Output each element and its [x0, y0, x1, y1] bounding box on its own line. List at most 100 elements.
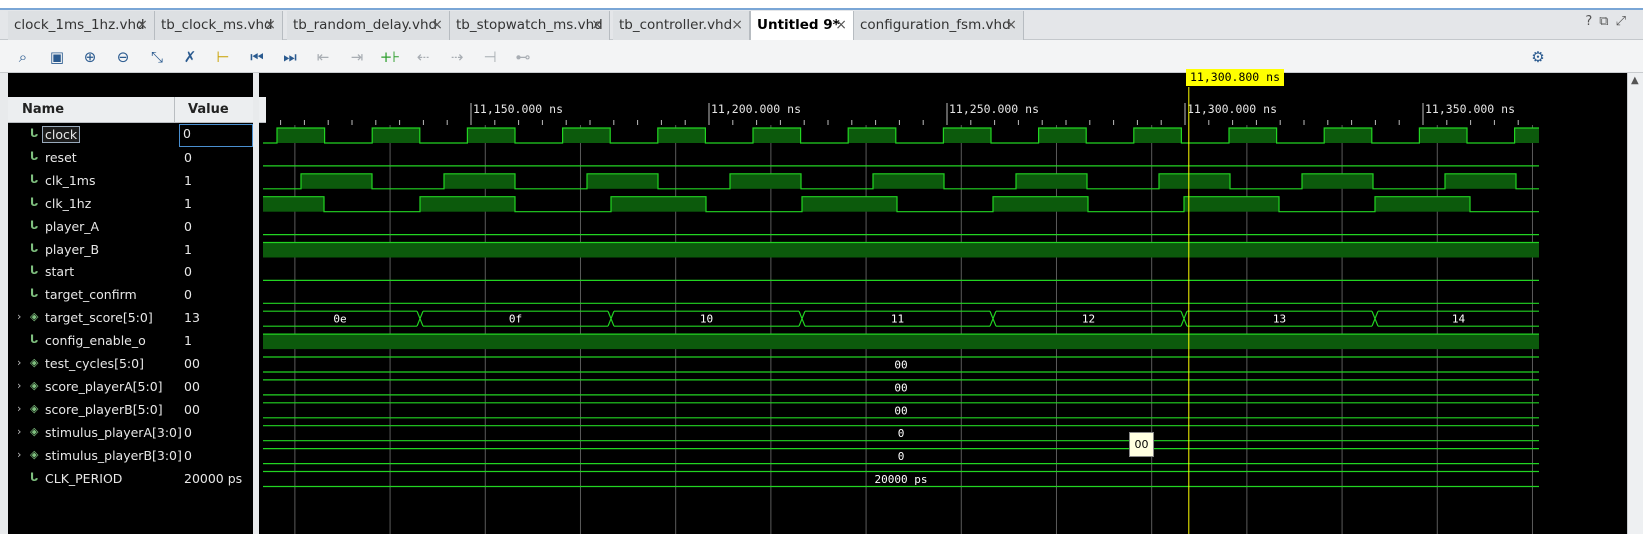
timeline-label: 11,350.000 ns: [1425, 102, 1515, 116]
signal-row[interactable]: › ◈ stimulus_playerB[3:0] 0: [8, 445, 267, 468]
value-column-header[interactable]: Value: [188, 102, 229, 117]
signal-name[interactable]: score_playerB[5:0]: [45, 402, 163, 417]
close-icon[interactable]: ×: [431, 11, 443, 39]
signal-name[interactable]: stimulus_playerA[3:0]: [45, 425, 182, 440]
signal-row[interactable]: › ◈ stimulus_playerA[3:0] 0: [8, 422, 267, 445]
close-icon[interactable]: ×: [731, 11, 743, 39]
next-transition-icon[interactable]: ⇥: [346, 46, 368, 68]
signal-row[interactable]: ᒐ clk_1ms 1: [8, 170, 267, 193]
signal-row[interactable]: › ◈ score_playerB[5:0] 00: [8, 399, 267, 422]
signal-row[interactable]: › ◈ test_cycles[5:0] 00: [8, 353, 267, 376]
signal-row[interactable]: ᒐ CLK_PERIOD 20000 ps: [8, 468, 267, 491]
tab-tb-clock-ms[interactable]: tb_clock_ms.vhd ×: [155, 11, 283, 40]
next-marker-icon[interactable]: ⇢: [446, 46, 468, 68]
close-icon[interactable]: ×: [264, 11, 276, 39]
signal-name[interactable]: config_enable_o: [45, 333, 146, 348]
signal-row[interactable]: ᒐ target_confirm 0: [8, 284, 267, 307]
wave-high-fill: [1445, 173, 1516, 189]
signal-name[interactable]: CLK_PERIOD: [45, 471, 122, 486]
close-icon[interactable]: ×: [1005, 11, 1017, 39]
signal-row[interactable]: ᒐ clock 0: [8, 124, 267, 147]
signal-name[interactable]: score_playerA[5:0]: [45, 379, 163, 394]
bit-signal-icon: ᒐ: [30, 333, 39, 347]
tab-configuration-fsm[interactable]: configuration_fsm.vhd ×: [854, 11, 1024, 40]
tab-tb-stopwatch-ms[interactable]: tb_stopwatch_ms.vhd ×: [450, 11, 610, 40]
signal-row[interactable]: ᒐ player_A 0: [8, 216, 267, 239]
add-marker-icon[interactable]: +⊦: [379, 46, 401, 68]
wave-high-fill: [848, 128, 896, 143]
signal-row[interactable]: › ◈ target_score[5:0] 13: [8, 307, 267, 330]
swap-cursor-icon[interactable]: ✗: [179, 46, 201, 68]
signal-row[interactable]: ᒐ clk_1hz 1: [8, 193, 267, 216]
wave-high-fill: [993, 196, 1088, 212]
signal-name[interactable]: clock: [41, 126, 81, 143]
previous-transition-icon[interactable]: ⇤: [312, 46, 334, 68]
bus-transition: [607, 310, 615, 327]
expand-chevron-icon[interactable]: ›: [17, 356, 21, 369]
wave-high-fill: [1133, 128, 1182, 143]
tab-untitled-9[interactable]: Untitled 9* ×: [750, 11, 854, 41]
signal-name[interactable]: player_A: [45, 219, 99, 234]
zoom-fit-icon[interactable]: ⤡: [146, 46, 168, 68]
bit-signal-icon: ᒐ: [30, 149, 39, 163]
close-icon[interactable]: ×: [591, 11, 603, 39]
save-icon[interactable]: ▣: [46, 46, 68, 68]
signal-row[interactable]: ᒐ start 0: [8, 261, 267, 284]
signal-row[interactable]: ᒐ player_B 1: [8, 239, 267, 262]
zoom-in-icon[interactable]: ⊕: [79, 46, 101, 68]
maximize-icon[interactable]: ⤢: [1616, 14, 1633, 29]
signal-name[interactable]: player_B: [45, 242, 99, 257]
tab-tb-controller[interactable]: tb_controller.vhd ×: [613, 11, 750, 40]
go-to-end-icon[interactable]: ⏭: [279, 46, 301, 68]
signal-name[interactable]: test_cycles[5:0]: [45, 356, 144, 371]
wave-high-fill: [1229, 128, 1277, 143]
tab-tb-random-delay[interactable]: tb_random_delay.vhd ×: [287, 11, 450, 40]
signal-name[interactable]: clk_1ms: [45, 173, 95, 188]
signal-name[interactable]: reset: [45, 150, 77, 165]
bit-signal-icon: ᒐ: [30, 287, 39, 301]
expand-marker-icon[interactable]: ⊷: [512, 46, 534, 68]
zoom-out-icon[interactable]: ⊖: [112, 46, 134, 68]
go-to-start-icon[interactable]: ⏮: [246, 46, 268, 68]
search-icon[interactable]: ⌕: [12, 46, 34, 68]
vertical-scrollbar[interactable]: ▲: [1627, 73, 1643, 534]
bus-signal-icon: ◈: [30, 356, 39, 369]
signal-row[interactable]: › ◈ score_playerA[5:0] 00: [8, 376, 267, 399]
snap-marker-icon[interactable]: ⊣: [479, 46, 501, 68]
help-icon[interactable]: ?: [1585, 14, 1599, 29]
signal-row[interactable]: ᒐ reset 0: [8, 147, 267, 170]
name-column-header[interactable]: Name: [22, 102, 64, 117]
expand-chevron-icon[interactable]: ›: [17, 310, 21, 323]
scroll-up-icon[interactable]: ▲: [1631, 75, 1639, 86]
signal-name[interactable]: target_score[5:0]: [45, 310, 153, 325]
expand-chevron-icon[interactable]: ›: [17, 379, 21, 392]
previous-marker-icon[interactable]: ⇠: [412, 46, 434, 68]
expand-chevron-icon[interactable]: ›: [17, 402, 21, 415]
signal-value: 00: [184, 356, 200, 371]
bus-transition: [1180, 310, 1188, 327]
cursor-time-label[interactable]: 11,300.800 ns: [1186, 69, 1285, 86]
signal-name[interactable]: clk_1hz: [45, 196, 91, 211]
signal-value: 20000 ps: [184, 470, 243, 486]
signal-row[interactable]: ᒐ config_enable_o 1: [8, 330, 267, 353]
signal-value: 0: [179, 124, 253, 147]
tab-clock-1ms-1hz[interactable]: clock_1ms_1hz.vhd ×: [8, 11, 155, 40]
waveform-canvas[interactable]: 11,150.000 ns 11,200.000 ns 11,250.000 ns 1…: [259, 73, 1627, 534]
close-icon[interactable]: ×: [136, 11, 148, 39]
settings-icon[interactable]: ⚙: [1527, 46, 1549, 68]
wave-high-fill: [730, 173, 801, 189]
close-icon[interactable]: ×: [835, 11, 847, 39]
signal-name[interactable]: start: [45, 264, 74, 279]
expand-chevron-icon[interactable]: ›: [17, 425, 21, 438]
go-to-cursor-icon[interactable]: ⊢: [212, 46, 234, 68]
tab-label: Untitled 9*: [757, 17, 840, 33]
wave-high-fill: [1324, 128, 1372, 143]
timeline-label: 11,300.000 ns: [1187, 102, 1277, 116]
wave-high-fill: [1375, 196, 1470, 212]
tab-bar-accent: [0, 8, 1643, 10]
restore-icon[interactable]: ⧉: [1599, 14, 1615, 29]
signal-name[interactable]: stimulus_playerB[3:0]: [45, 448, 182, 463]
column-divider[interactable]: [174, 97, 175, 123]
signal-name[interactable]: target_confirm: [45, 287, 137, 302]
expand-chevron-icon[interactable]: ›: [17, 448, 21, 461]
